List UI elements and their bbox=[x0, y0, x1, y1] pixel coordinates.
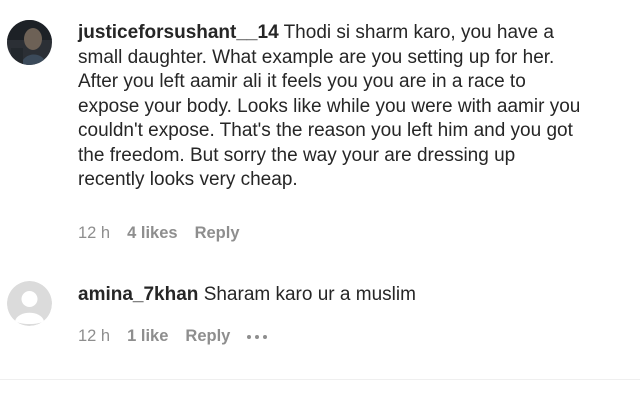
default-avatar-icon bbox=[7, 281, 52, 326]
reply-button[interactable]: Reply bbox=[185, 327, 230, 346]
comment-text: amina_7khan Sharam karo ur a muslim bbox=[78, 283, 624, 308]
comment-time[interactable]: 12 h bbox=[78, 327, 110, 346]
user-photo-icon bbox=[7, 20, 52, 65]
divider bbox=[0, 379, 640, 380]
likes-count[interactable]: 1 like bbox=[127, 327, 168, 346]
avatar[interactable] bbox=[7, 20, 52, 65]
comments-list: justiceforsushant__14 Thodi si sharm kar… bbox=[0, 0, 640, 401]
dot bbox=[247, 334, 252, 339]
comment-time[interactable]: 12 h bbox=[78, 224, 110, 243]
reply-button[interactable]: Reply bbox=[195, 224, 240, 243]
dot bbox=[263, 334, 268, 339]
likes-count[interactable]: 4 likes bbox=[127, 224, 177, 243]
comment-body: Thodi si sharm karo, you have a small da… bbox=[78, 22, 581, 190]
avatar[interactable] bbox=[7, 281, 52, 326]
comment-username[interactable]: amina_7khan bbox=[78, 284, 198, 305]
comment-text: justiceforsushant__14 Thodi si sharm kar… bbox=[78, 21, 624, 193]
dot bbox=[255, 334, 260, 339]
comment-meta: 12 h 1 like Reply bbox=[78, 327, 268, 346]
more-options-icon[interactable] bbox=[247, 331, 268, 343]
comment-meta: 12 h 4 likes Reply bbox=[78, 224, 257, 243]
comment-body: Sharam karo ur a muslim bbox=[203, 284, 416, 305]
comment-username[interactable]: justiceforsushant__14 bbox=[78, 22, 279, 43]
